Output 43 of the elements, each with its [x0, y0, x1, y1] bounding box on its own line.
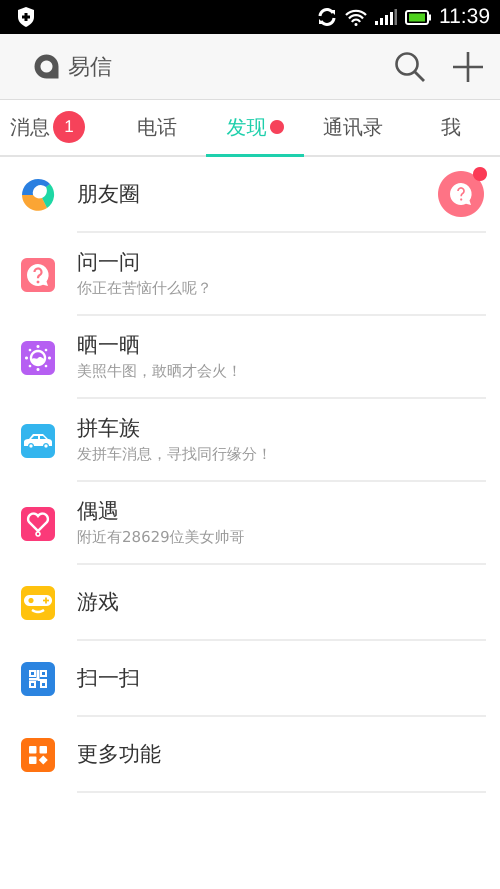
item-subtitle: 你正在苦恼什么呢？ [77, 280, 213, 298]
list-item[interactable]: 拼车族 发拼车消息，寻找同行缘分！ [77, 399, 486, 482]
question-bubble-icon [438, 171, 484, 217]
item-title: 更多功能 [77, 742, 162, 766]
sync-icon [317, 8, 337, 26]
item-title: 游戏 [77, 590, 120, 614]
list-item[interactable]: 晒一晒 美照牛图，敢晒才会火！ [77, 316, 486, 399]
wifi-icon [345, 8, 367, 26]
moments-icon [21, 178, 55, 212]
item-subtitle: 附近有28629位美女帅哥 [77, 528, 246, 546]
tab[interactable]: 消息 1 [0, 100, 108, 157]
list-item[interactable]: 偶遇 附近有28629位美女帅哥 [77, 482, 486, 565]
item-subtitle: 美照牛图，敢晒才会火！ [77, 362, 243, 380]
list-item[interactable]: 扫一扫 [77, 641, 486, 717]
item-title: 问一问 [77, 250, 141, 274]
item-title: 晒一晒 [77, 332, 141, 357]
sun-icon [21, 340, 55, 374]
item-subtitle: 发拼车消息，寻找同行缘分！ [77, 446, 273, 464]
list-item[interactable]: 更多功能 [77, 717, 486, 793]
add-button[interactable] [452, 50, 484, 82]
list-item[interactable]: 朋友圈 [77, 157, 486, 233]
tab[interactable]: 通讯录 [304, 100, 402, 157]
item-title: 拼车族 [77, 416, 141, 440]
app-title: 易信 [68, 54, 112, 82]
item-title: 朋友圈 [77, 182, 141, 206]
logo-icon [33, 53, 60, 80]
item-title: 偶遇 [77, 498, 120, 523]
car-icon [21, 424, 55, 458]
tab[interactable]: 电话 [108, 100, 206, 157]
item-title: 扫一扫 [77, 666, 141, 690]
tab[interactable]: 我 [402, 100, 500, 157]
shield-icon [16, 6, 36, 28]
unread-badge: 1 [53, 111, 85, 143]
clock-time: 11:39 [439, 5, 490, 29]
list-item[interactable]: 问一问 你正在苦恼什么呢？ [77, 233, 486, 316]
grid-icon [21, 738, 55, 772]
qr-code-icon [21, 662, 55, 696]
goggles-icon [21, 586, 55, 620]
battery-icon [405, 10, 431, 24]
question-icon [21, 258, 55, 292]
signal-icon [375, 9, 397, 25]
search-button[interactable] [394, 50, 426, 82]
list-item[interactable]: 游戏 [77, 565, 486, 641]
